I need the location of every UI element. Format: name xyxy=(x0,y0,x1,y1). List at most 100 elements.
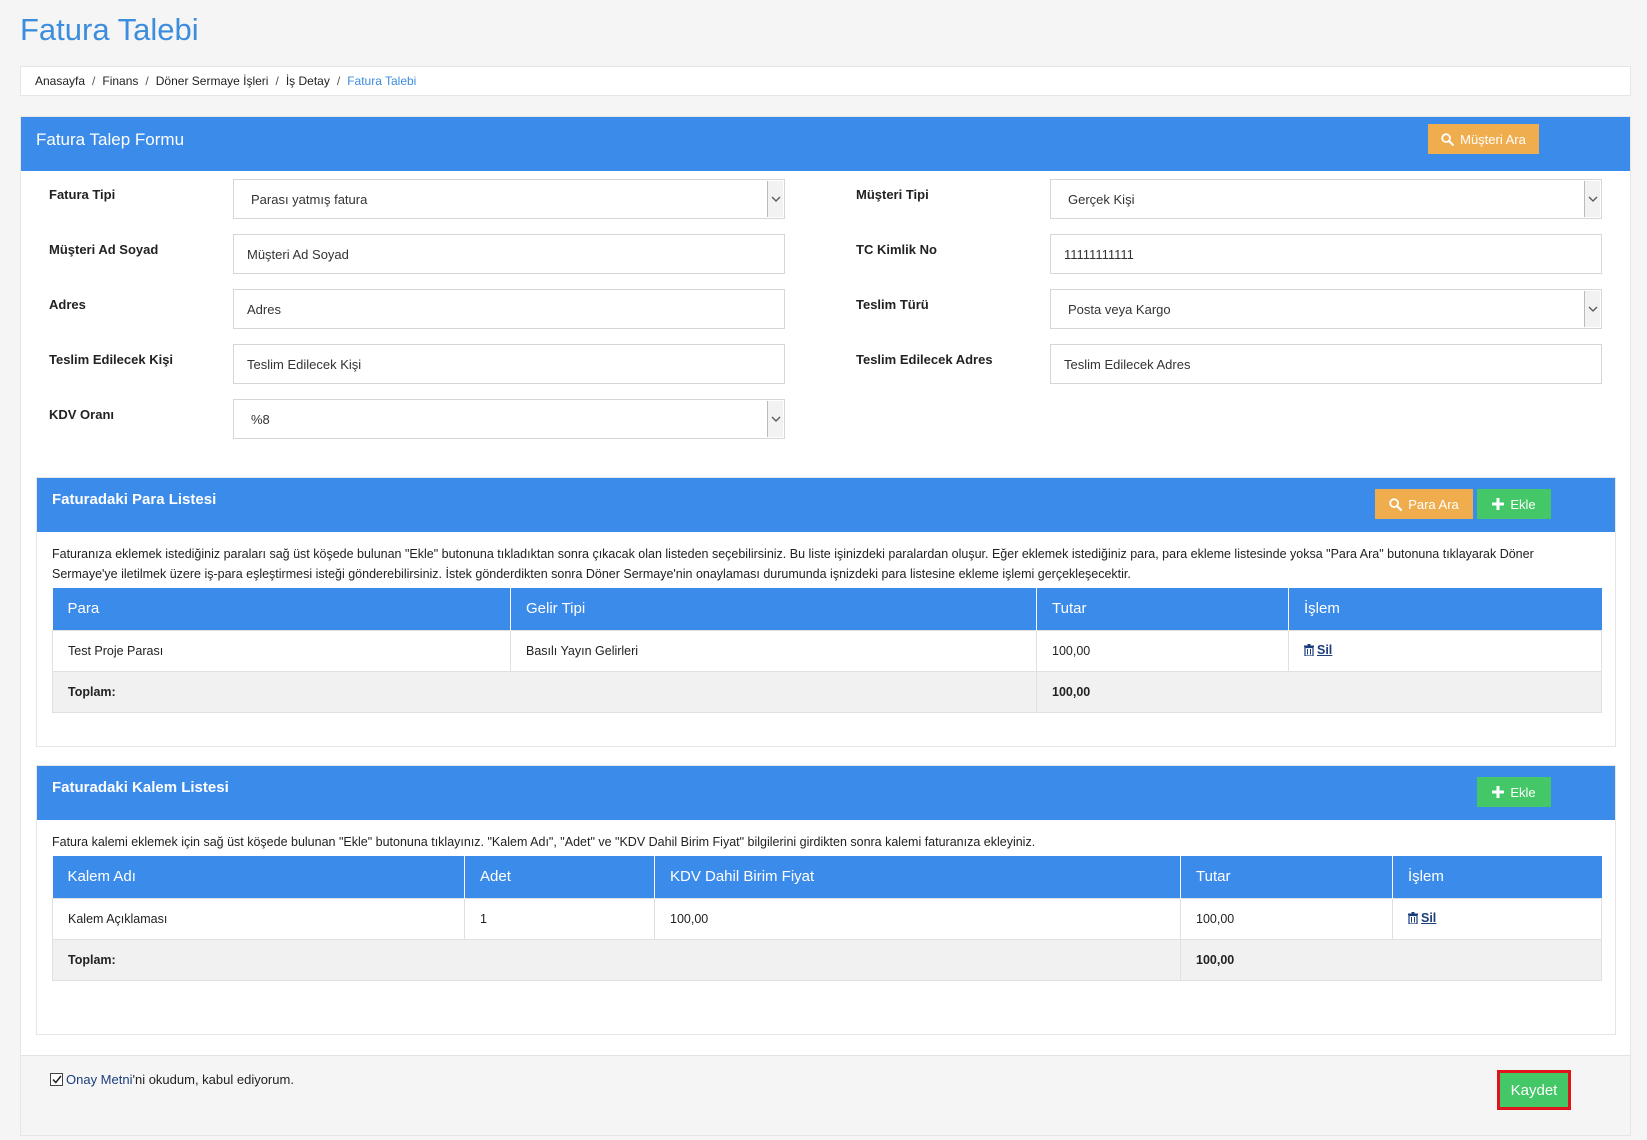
tc-id-field[interactable]: 11111111111 xyxy=(1050,234,1602,274)
breadcrumb-current: Fatura Talebi xyxy=(347,74,417,88)
plus-icon xyxy=(1492,498,1505,510)
search-money-button[interactable]: Para Ara xyxy=(1375,489,1473,519)
vat-rate-select[interactable]: %8 xyxy=(233,399,785,439)
table-row: Kalem Açıklaması 1 100,00 100,00 Sil xyxy=(52,897,1602,940)
cell-item-name: Kalem Açıklaması xyxy=(52,897,465,940)
consent-link[interactable]: Onay Metni xyxy=(66,1072,132,1087)
cell-amount: 100,00 xyxy=(1180,897,1393,940)
cell-action: Sil xyxy=(1392,897,1602,940)
col-header: Para xyxy=(52,588,511,630)
total-label: Toplam: xyxy=(52,670,1037,713)
col-header: Tutar xyxy=(1180,856,1393,898)
breadcrumb-separator: / xyxy=(145,74,149,88)
invoice-type-label: Fatura Tipi xyxy=(49,187,116,202)
vat-rate-label: KDV Oranı xyxy=(49,407,115,422)
chevron-down-icon xyxy=(767,181,783,217)
search-icon xyxy=(1441,132,1455,146)
breadcrumb: Anasayfa / Finans / Döner Sermaye İşleri… xyxy=(20,66,1631,96)
delete-label: Sil xyxy=(1317,642,1333,657)
item-table: Kalem Adı Adet KDV Dahil Birim Fiyat Tut… xyxy=(52,856,1602,981)
address-field[interactable]: Adres xyxy=(233,289,785,329)
trash-icon xyxy=(1408,911,1418,924)
delete-link[interactable]: Sil xyxy=(1304,643,1332,657)
recipient-field[interactable]: Teslim Edilecek Kişi xyxy=(233,344,785,384)
tc-id-label: TC Kimlik No xyxy=(856,242,937,257)
chevron-down-icon xyxy=(1584,291,1600,327)
breadcrumb-separator: / xyxy=(275,74,279,88)
table-header-row: Para Gelir Tipi Tutar İşlem xyxy=(52,588,1602,630)
money-list-header: Faturadaki Para Listesi Para Ara Ekle xyxy=(37,478,1615,532)
customer-type-select[interactable]: Gerçek Kişi xyxy=(1050,179,1602,219)
total-value: 100,00 xyxy=(1036,670,1602,713)
add-money-button[interactable]: Ekle xyxy=(1477,489,1551,519)
money-list-title: Faturadaki Para Listesi xyxy=(52,491,217,508)
table-row: Test Proje Parası Basılı Yayın Gelirleri… xyxy=(52,629,1602,672)
address-label: Adres xyxy=(49,297,86,312)
chevron-down-icon xyxy=(1584,181,1600,217)
breadcrumb-separator: / xyxy=(336,74,341,88)
save-button[interactable]: Kaydet xyxy=(1497,1070,1571,1110)
delivery-address-field[interactable]: Teslim Edilecek Adres xyxy=(1050,344,1602,384)
address-value: Adres xyxy=(247,301,281,317)
invoice-type-select[interactable]: Parası yatmış fatura xyxy=(233,179,785,219)
total-row: Toplam: 100,00 xyxy=(52,938,1602,981)
delivery-type-select[interactable]: Posta veya Kargo xyxy=(1050,289,1602,329)
col-header: Adet xyxy=(464,856,655,898)
chevron-down-icon xyxy=(767,401,783,437)
breadcrumb-finance[interactable]: Finans xyxy=(102,74,138,88)
money-table: Para Gelir Tipi Tutar İşlem Test Proje P… xyxy=(52,588,1602,713)
customer-type-value: Gerçek Kişi xyxy=(1068,191,1135,207)
recipient-value: Teslim Edilecek Kişi xyxy=(247,356,362,372)
delivery-type-value: Posta veya Kargo xyxy=(1068,301,1171,317)
cell-quantity: 1 xyxy=(464,897,655,940)
item-list-description: Fatura kalemi eklemek için sağ üst köşed… xyxy=(52,835,1036,849)
col-header: İşlem xyxy=(1392,856,1602,898)
money-list-panel: Faturadaki Para Listesi Para Ara Ekle Fa… xyxy=(36,477,1616,747)
search-customer-button[interactable]: Müşteri Ara xyxy=(1428,124,1539,154)
total-value: 100,00 xyxy=(1180,938,1602,981)
customer-name-label: Müşteri Ad Soyad xyxy=(49,242,159,257)
delete-label: Sil xyxy=(1421,910,1437,925)
search-money-label: Para Ara xyxy=(1408,496,1459,512)
panel-header: Fatura Talep Formu Müşteri Ara xyxy=(21,117,1630,171)
breadcrumb-separator: / xyxy=(92,74,96,88)
cell-money-name: Test Proje Parası xyxy=(52,629,511,672)
invoice-request-panel: Fatura Talep Formu Müşteri Ara Fatura Ti… xyxy=(20,116,1631,1136)
invoice-type-value: Parası yatmış fatura xyxy=(251,191,368,207)
cell-action: Sil xyxy=(1288,629,1602,672)
tc-id-value: 11111111111 xyxy=(1064,246,1134,262)
customer-name-field[interactable]: Müşteri Ad Soyad xyxy=(233,234,785,274)
total-label: Toplam: xyxy=(52,938,1181,981)
item-list-panel: Faturadaki Kalem Listesi Ekle Fatura kal… xyxy=(36,765,1616,1035)
cell-income-type: Basılı Yayın Gelirleri xyxy=(510,629,1037,672)
consent-checkbox[interactable] xyxy=(50,1073,63,1086)
col-header: KDV Dahil Birim Fiyat xyxy=(654,856,1181,898)
checkmark-icon xyxy=(51,1075,62,1084)
col-header: Tutar xyxy=(1036,588,1289,630)
recipient-label: Teslim Edilecek Kişi xyxy=(49,352,174,367)
search-icon xyxy=(1389,497,1403,511)
invoice-form: Fatura Tipi Parası yatmış fatura Müşteri… xyxy=(21,171,1630,471)
money-list-description: Faturanıza eklemek istediğiniz paraları … xyxy=(52,547,1534,581)
add-money-label: Ekle xyxy=(1510,496,1536,512)
delivery-type-label: Teslim Türü xyxy=(856,297,929,312)
consent-text: 'ni okudum, kabul ediyorum. xyxy=(132,1072,294,1087)
form-footer: Onay Metni'ni okudum, kabul ediyorum. Ka… xyxy=(21,1055,1630,1135)
trash-icon xyxy=(1304,643,1314,656)
col-header: Gelir Tipi xyxy=(510,588,1037,630)
add-item-label: Ekle xyxy=(1510,784,1536,800)
breadcrumb-job-detail[interactable]: İş Detay xyxy=(286,74,330,88)
table-header-row: Kalem Adı Adet KDV Dahil Birim Fiyat Tut… xyxy=(52,856,1602,898)
delete-link[interactable]: Sil xyxy=(1408,911,1436,925)
consent-row[interactable]: Onay Metni'ni okudum, kabul ediyorum. xyxy=(50,1072,294,1087)
plus-icon xyxy=(1492,786,1505,798)
customer-name-value: Müşteri Ad Soyad xyxy=(247,246,349,262)
delivery-address-value: Teslim Edilecek Adres xyxy=(1064,356,1191,372)
breadcrumb-home[interactable]: Anasayfa xyxy=(35,74,85,88)
vat-rate-value: %8 xyxy=(251,411,270,427)
panel-title: Fatura Talep Formu xyxy=(36,130,185,149)
item-list-header: Faturadaki Kalem Listesi Ekle xyxy=(37,766,1615,820)
breadcrumb-revolving-fund[interactable]: Döner Sermaye İşleri xyxy=(156,74,269,88)
add-item-button[interactable]: Ekle xyxy=(1477,777,1551,807)
page-title: Fatura Talebi xyxy=(20,12,199,47)
